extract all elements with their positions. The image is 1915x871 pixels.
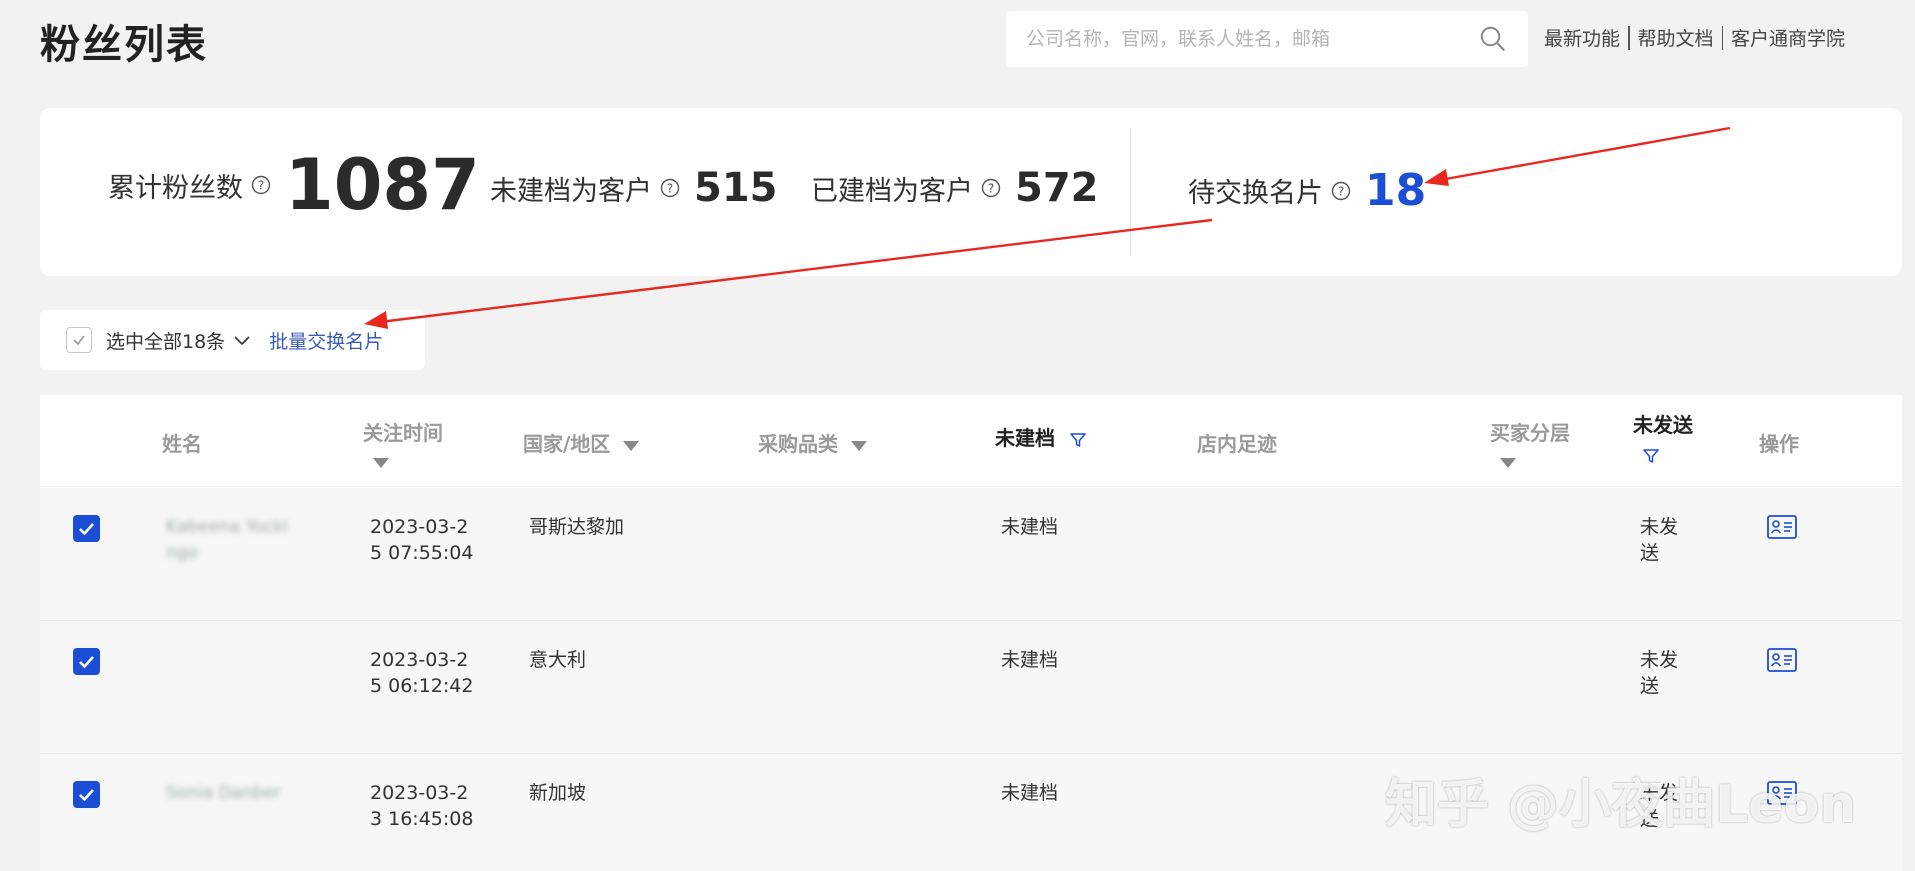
row-follow-time: 2023-03-25 07:55:04 [370,516,474,564]
stat-value: 1087 [285,144,480,226]
col-send-label: 未发送 [1633,413,1693,437]
stat-label: 待交换名片 [1188,178,1323,209]
row-follow-time: 2023-03-25 06:12:42 [370,649,474,697]
help-icon[interactable]: ? [981,178,1001,198]
row-checkbox[interactable] [73,515,100,542]
col-name: 姓名 [162,432,202,456]
sort-caret-icon[interactable] [1500,457,1516,468]
top-links: 最新功能 帮助文档 客户通商学院 [1544,24,1845,51]
check-icon [79,523,94,536]
row-archive: 未建档 [1001,649,1059,671]
stat-unarchived: 未建档为客户 ? 515 [490,165,778,211]
row-send: 未发送 [1640,649,1679,697]
help-icon[interactable]: ? [251,175,271,195]
stat-archived: 已建档为客户 ? 572 [811,165,1099,211]
stat-label: 已建档为客户 [811,175,973,207]
col-country[interactable]: 国家/地区 [523,428,640,457]
page-title: 粉丝列表 [40,22,208,68]
row-send: 未发送 [1640,516,1679,564]
link-new-features[interactable]: 最新功能 [1544,24,1620,51]
search-icon[interactable] [1478,24,1508,54]
chevron-down-icon[interactable] [231,329,253,351]
filter-icon[interactable] [1641,446,1661,466]
select-all-checkbox[interactable] [66,327,92,353]
stat-value: 515 [694,165,778,211]
watermark: 知乎 @小夜曲Leon [1385,775,1857,835]
col-archive[interactable]: 未建档 [995,422,1088,451]
business-card-icon[interactable] [1767,647,1797,673]
help-icon[interactable]: ? [1331,181,1351,201]
svg-text:?: ? [258,179,264,193]
sort-caret-icon[interactable] [373,457,389,468]
table-row[interactable]: Kabeena Yocki ngo 2023-03-25 07:55:04 哥斯… [40,488,1902,621]
check-icon [79,656,94,669]
col-tier-label: 买家分层 [1490,421,1570,445]
row-name: Sonia Danber [166,783,282,803]
svg-text:?: ? [1338,184,1344,198]
row-archive: 未建档 [1001,516,1059,538]
check-icon [73,335,85,346]
col-country-label: 国家/地区 [523,432,611,456]
row-checkbox[interactable] [73,648,100,675]
row-checkbox[interactable] [73,781,100,808]
svg-text:?: ? [988,182,994,196]
check-icon [79,789,94,802]
stats-card: 累计粉丝数 ? 1087 未建档为客户 ? 515 已建档为客户 ? 572 待… [40,108,1902,276]
row-country: 新加坡 [529,782,587,804]
caret-down-icon[interactable] [623,440,640,451]
table-header: 姓名 关注时间 国家/地区 采购品类 未建档 店内足迹 买家分层 未发送 操作 [40,395,1902,487]
link-academy[interactable]: 客户通商学院 [1731,24,1845,51]
stat-value: 572 [1015,165,1099,211]
col-send[interactable]: 未发送 [1633,409,1693,466]
stat-value-highlight[interactable]: 18 [1365,165,1426,216]
col-tier[interactable]: 买家分层 [1490,417,1570,470]
col-archive-label: 未建档 [995,426,1055,450]
caret-down-icon[interactable] [850,440,867,451]
stat-label: 累计粉丝数 [108,172,243,204]
stats-divider [1130,128,1131,256]
stat-label: 未建档为客户 [490,175,652,207]
col-footprint: 店内足迹 [1197,432,1277,456]
select-all-label[interactable]: 选中全部18条 [106,327,225,354]
row-follow-time: 2023-03-23 16:45:08 [370,782,474,830]
table-row[interactable]: 2023-03-25 06:12:42 意大利 未建档 未发送 [40,621,1902,754]
col-follow-time-label: 关注时间 [363,421,443,445]
row-archive: 未建档 [1001,782,1059,804]
col-category-label: 采购品类 [758,432,838,456]
link-separator [1721,25,1724,50]
row-country: 意大利 [529,649,587,671]
col-category[interactable]: 采购品类 [758,428,867,457]
filter-icon[interactable] [1068,430,1088,450]
link-separator [1628,25,1630,50]
help-icon[interactable]: ? [660,178,680,198]
search-box[interactable] [1006,11,1528,67]
selection-bar: 选中全部18条 批量交换名片 [40,310,425,370]
link-help-docs[interactable]: 帮助文档 [1638,24,1714,51]
row-country: 哥斯达黎加 [529,516,625,538]
svg-text:?: ? [667,182,673,196]
col-follow-time[interactable]: 关注时间 [363,417,443,470]
business-card-icon[interactable] [1767,514,1797,540]
stat-total-fans: 累计粉丝数 ? 1087 [108,144,480,226]
stat-pending-exchange: 待交换名片 ? 18 [1188,165,1426,216]
row-name: Kabeena Yocki ngo [166,517,289,563]
search-input[interactable] [1026,28,1478,50]
col-action: 操作 [1759,432,1799,456]
batch-exchange-button[interactable]: 批量交换名片 [269,327,383,354]
